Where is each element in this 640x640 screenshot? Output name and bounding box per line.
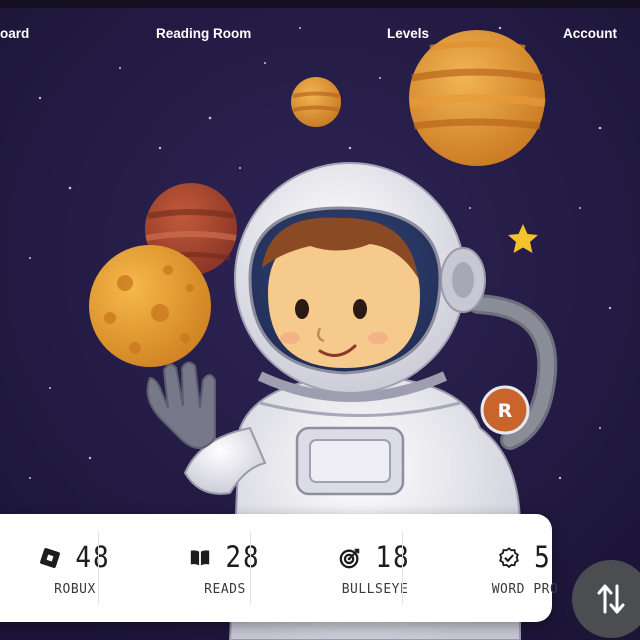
stat-robux-value: 48 [75, 541, 111, 575]
stat-bullseye-value: 18 [375, 541, 411, 575]
planet-small [291, 77, 341, 127]
nav-item-reading-room[interactable]: Reading Room [156, 26, 251, 41]
scroll-toggle-button[interactable] [572, 560, 640, 638]
stat-reads-label: READS [204, 582, 246, 597]
top-navigation: oard Reading Room Levels Account [0, 26, 640, 46]
nav-item-levels[interactable]: Levels [387, 26, 429, 41]
stat-robux: 48 ROBUX [0, 514, 150, 622]
robux-icon [40, 548, 61, 568]
svg-text:R: R [498, 400, 513, 422]
swap-vertical-icon [597, 584, 625, 614]
stat-divider [402, 532, 403, 604]
planet-cratered [89, 245, 211, 367]
stat-reads-value: 28 [225, 541, 261, 575]
book-icon [191, 550, 210, 566]
badge-check-icon [499, 547, 520, 569]
nav-item-account[interactable]: Account [563, 26, 617, 41]
stats-card: 48 ROBUX 28 READS 18 BULLSEYE 5 WORD PRO [0, 514, 558, 622]
top-bar [0, 0, 640, 8]
stat-bullseye: 18 BULLSEYE [300, 514, 450, 622]
nav-item-leaderboard[interactable]: oard [0, 26, 29, 41]
stat-robux-label: ROBUX [54, 582, 96, 597]
stat-bullseye-label: BULLSEYE [341, 582, 409, 597]
stat-reads: 28 READS [150, 514, 300, 622]
stat-word-pro-value: 5 [534, 541, 552, 575]
stat-divider [250, 532, 251, 604]
stat-divider [98, 532, 99, 604]
planet-large [409, 30, 546, 166]
target-icon [340, 548, 360, 569]
